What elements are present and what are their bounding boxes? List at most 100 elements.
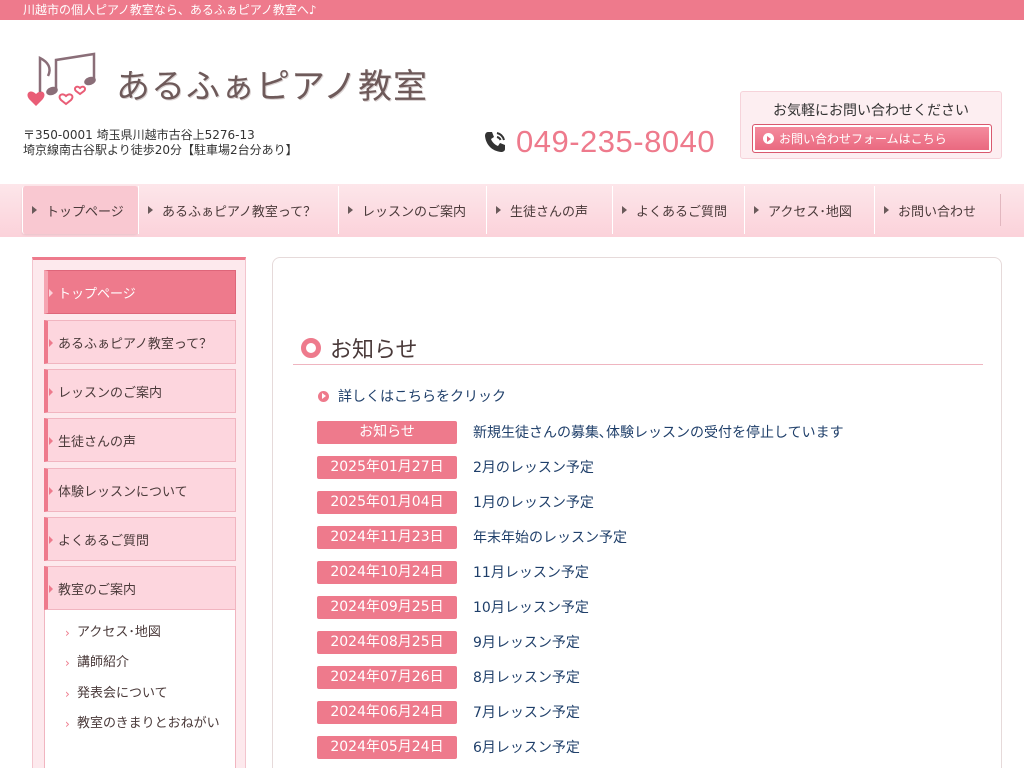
contact-form-button[interactable]: お問い合わせフォームはこちら [752,124,992,153]
main-content: お知らせ 詳しくはこちらをクリック お知らせ 新規生徒さんの募集､体験レッスンの受… [272,257,1002,768]
submenu-item-rules[interactable]: › 教室のきまりとおねがい [65,713,225,735]
news-date-badge: 2024年10月24日 [317,560,457,584]
contact-form-button-label: お問い合わせフォームはこちら [779,132,947,146]
triangle-right-icon [148,206,153,214]
news-date-badge: 2025年01月27日 [317,455,457,479]
news-item: 2024年08月25日 9月レッスン予定 [317,630,957,654]
sidebar-item-label: 教室のご案内 [58,582,137,598]
phone-block[interactable]: 049-235-8040 [482,124,715,160]
news-date-badge: 2025年01月04日 [317,490,457,514]
triangle-right-icon [754,206,759,214]
phone-icon [485,132,505,152]
gnav-item-lessons[interactable]: レッスンのご案内 [338,186,486,234]
news-title-link[interactable]: 6月レッスン予定 [473,737,580,757]
chevron-right-icon: › [65,656,70,670]
news-title-link[interactable]: 9月レッスン予定 [473,632,580,652]
triangle-right-icon [496,206,501,214]
top-tagline-bar: 川越市の個人ピアノ教室なら、あるふぁピアノ教室へ♪ [0,0,1024,20]
gnav-item-about[interactable]: あるふぁピアノ教室って？ [138,186,338,234]
sidebar-item-top[interactable]: トップページ [44,270,236,314]
ring-bullet-icon [301,337,321,358]
sidebar-item-about[interactable]: あるふぁピアノ教室って？ [44,320,236,364]
sidebar-item-faq[interactable]: よくあるご質問 [44,517,236,561]
news-date-badge: 2024年06月24日 [317,700,457,724]
triangle-right-icon [348,206,353,214]
phone-number[interactable]: 049-235-8040 [516,124,715,160]
circle-arrow-icon [763,133,774,144]
access-line: 埼京線南古谷駅より徒歩20分【駐車場2台分あり】 [23,143,298,157]
sidebar-submenu: › アクセス･地図 › 講師紹介 › 発表会について › 教室のきまりとおねがい [44,610,236,768]
contact-box: お気軽にお問い合わせください お問い合わせフォームはこちら [740,91,1002,159]
gnav-item-faq[interactable]: よくあるご質問 [612,186,744,234]
news-item: 2024年10月24日 11月レッスン予定 [317,560,957,584]
news-section-heading: お知らせ [293,331,983,365]
global-nav: トップページ あるふぁピアノ教室って？ レッスンのご案内 生徒さんの声 よくある… [0,184,1024,237]
gnav-item-label: お問い合わせ [898,204,977,220]
news-date-badge: 2024年08月25日 [317,630,457,654]
news-item: お知らせ 新規生徒さんの募集､体験レッスンの受付を停止しています [317,420,957,444]
sidebar-item-trial-lesson[interactable]: 体験レッスンについて [44,468,236,512]
news-date-badge: 2024年07月26日 [317,665,457,689]
submenu-item-recital[interactable]: › 発表会について [65,683,225,705]
sidebar-item-school-info[interactable]: 教室のご案内 [44,566,236,610]
sidebar-item-label: あるふぁピアノ教室って？ [58,336,213,352]
sidebar-item-label: 生徒さんの声 [58,434,137,450]
gnav-item-label: よくあるご質問 [636,204,728,220]
news-date-badge: 2024年09月25日 [317,595,457,619]
news-item: 2024年05月24日 6月レッスン予定 [317,735,957,759]
sidebar-item-label: レッスンのご案内 [58,385,163,401]
gnav-item-label: トップページ [46,204,124,220]
chevron-right-icon: › [65,717,70,731]
submenu-item-label: 講師紹介 [77,655,130,670]
gnav-item-label: あるふぁピアノ教室って？ [162,204,317,220]
news-title-link[interactable]: 8月レッスン予定 [473,667,580,687]
gnav-item-top[interactable]: トップページ [22,186,138,234]
gnav-item-voices[interactable]: 生徒さんの声 [486,186,612,234]
news-item: 2024年11月23日 年末年始のレッスン予定 [317,525,957,549]
news-title-link[interactable]: 年末年始のレッスン予定 [473,527,627,547]
sidebar-item-voices[interactable]: 生徒さんの声 [44,418,236,462]
news-title-link[interactable]: 11月レッスン予定 [473,562,589,582]
site-logo-text: あるふぁピアノ教室 [116,66,428,107]
news-title-link[interactable]: 新規生徒さんの募集､体験レッスンの受付を停止しています [473,422,844,442]
tagline-text: 川越市の個人ピアノ教室なら、あるふぁピアノ教室へ♪ [23,3,317,17]
news-title-link[interactable]: 10月レッスン予定 [473,597,589,617]
submenu-item-label: 教室のきまりとおねがい [77,716,220,731]
contact-caption: お気軽にお問い合わせください [773,103,969,119]
address-line: 〒350-0001 埼玉県川越市古谷上5276-13 [23,128,255,142]
news-item: 2024年07月26日 8月レッスン予定 [317,665,957,689]
gnav-item-access[interactable]: アクセス･地図 [744,186,874,234]
news-date-badge: 2024年05月24日 [317,735,457,759]
gnav-item-contact[interactable]: お問い合わせ [874,186,1000,234]
news-item: 2024年06月24日 7月レッスン予定 [317,700,957,724]
chevron-right-icon: › [65,687,70,701]
news-section-title: お知らせ [330,337,418,363]
sidebar-item-label: トップページ [58,286,136,302]
submenu-item-teacher[interactable]: › 講師紹介 [65,652,225,674]
submenu-item-access[interactable]: › アクセス･地図 [65,622,225,644]
news-item: 2025年01月04日 1月のレッスン予定 [317,490,957,514]
news-more-link[interactable]: 詳しくはこちらをクリック [318,386,506,406]
sidebar-item-label: 体験レッスンについて [58,484,188,500]
triangle-right-icon [884,206,889,214]
news-title-link[interactable]: 7月レッスン予定 [473,702,580,722]
news-date-badge: お知らせ [317,420,457,444]
news-more-link-label: 詳しくはこちらをクリック [338,389,506,405]
submenu-item-label: アクセス･地図 [77,625,161,640]
circle-arrow-icon [318,390,329,402]
news-title-link[interactable]: 1月のレッスン予定 [473,492,594,512]
site-logo[interactable]: あるふぁピアノ教室 [22,50,428,116]
submenu-item-label: 発表会について [77,686,168,701]
nav-divider [1000,194,1001,226]
news-item: 2025年01月27日 2月のレッスン予定 [317,455,957,479]
triangle-right-icon [622,206,627,214]
chevron-right-icon: › [65,626,70,640]
news-date-badge: 2024年11月23日 [317,525,457,549]
news-title-link[interactable]: 2月のレッスン予定 [473,457,594,477]
news-item: 2024年09月25日 10月レッスン予定 [317,595,957,619]
address-block: 〒350-0001 埼玉県川越市古谷上5276-13 埼京線南古谷駅より徒歩20… [23,128,298,158]
side-nav: トップページ あるふぁピアノ教室って？ レッスンのご案内 生徒さんの声 体験レッ… [32,257,246,768]
sidebar-item-lessons[interactable]: レッスンのご案内 [44,369,236,413]
gnav-item-label: 生徒さんの声 [510,204,589,220]
sidebar-item-label: よくあるご質問 [58,533,150,549]
